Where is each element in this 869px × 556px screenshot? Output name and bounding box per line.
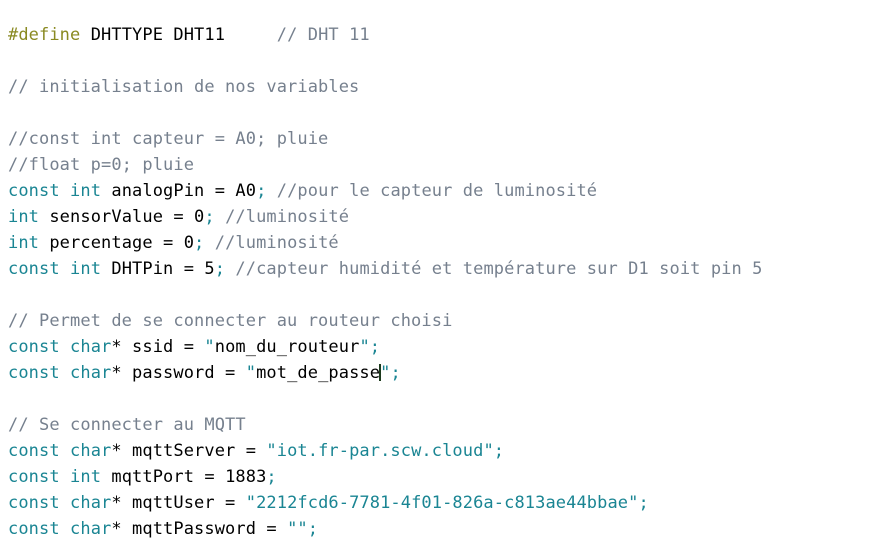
code-line[interactable]: // initialisation de nos variables — [8, 74, 869, 100]
code-token-punct: ; — [214, 259, 226, 279]
code-token-keyword: int — [70, 467, 102, 487]
code-token-keyword: int — [70, 181, 102, 201]
code-editor[interactable]: #define DHTTYPE DHT11 // DHT 11 // initi… — [0, 0, 869, 556]
code-token-keyword: int — [70, 259, 102, 279]
code-token-keyword: const — [8, 519, 60, 539]
code-token-comment: //capteur humidité et température sur D1… — [235, 259, 763, 279]
code-token-plain: mqttPort = 1883 — [101, 467, 267, 487]
code-line[interactable]: int sensorValue = 0; //luminosité — [8, 204, 869, 230]
code-token-comment: //pour le capteur de luminosité — [276, 181, 598, 201]
code-token-keyword: int — [8, 207, 40, 227]
code-token-keyword: char — [70, 363, 112, 383]
code-token-keyword: const — [8, 493, 60, 513]
code-line[interactable]: // Permet de se connecter au routeur cho… — [8, 308, 869, 334]
code-token-plain: sensorValue = 0 — [39, 207, 205, 227]
code-token-plain: * password = — [111, 363, 246, 383]
code-token-keyword: char — [70, 441, 112, 461]
code-line[interactable]: // Se connecter au MQTT — [8, 412, 869, 438]
code-token-keyword: const — [8, 363, 60, 383]
code-token-keyword: const — [8, 441, 60, 461]
code-token-punct: ; — [256, 181, 267, 201]
code-token-strplain: nom_du_routeur — [214, 337, 360, 357]
code-token-punct: ; — [204, 207, 215, 227]
code-token-plain: * mqttServer = — [111, 441, 267, 461]
code-line-blank[interactable] — [8, 100, 869, 126]
code-token-comment: //luminosité — [214, 233, 339, 253]
code-token-plain: DHTPin = 5 — [101, 259, 215, 279]
code-token-plain: * mqttUser = — [111, 493, 246, 513]
code-line-blank[interactable] — [8, 48, 869, 74]
code-token-comment: // Se connecter au MQTT — [8, 415, 246, 435]
code-token-string: "iot.fr-par.scw.cloud"; — [266, 441, 505, 461]
code-token-plain: analogPin = A0 — [101, 181, 257, 201]
code-token-punct: " — [204, 337, 215, 357]
code-line[interactable]: //float p=0; pluie — [8, 152, 869, 178]
code-line[interactable]: const int analogPin = A0; //pour le capt… — [8, 178, 869, 204]
code-line-blank[interactable] — [8, 282, 869, 308]
code-token-keyword: const — [8, 181, 60, 201]
code-line[interactable]: #define DHTTYPE DHT11 // DHT 11 — [8, 22, 869, 48]
code-token-punct: ; — [266, 467, 277, 487]
code-token-punct: "; — [359, 337, 381, 357]
code-line[interactable]: const char* mqttServer = "iot.fr-par.scw… — [8, 438, 869, 464]
code-line[interactable]: const char* mqttPassword = ""; — [8, 516, 869, 542]
code-lines-container[interactable]: #define DHTTYPE DHT11 // DHT 11 // initi… — [0, 0, 869, 542]
code-token-strplain: mot_de_passe — [256, 363, 381, 383]
code-token-plain: DHTTYPE DHT11 — [80, 25, 277, 45]
code-token-keyword: int — [8, 233, 40, 253]
code-token-keyword: char — [70, 337, 112, 357]
code-token-punct: "; — [380, 363, 401, 383]
code-token-punct: " — [245, 363, 257, 383]
code-token-comment: //const int capteur = A0; pluie — [8, 129, 329, 149]
code-token-plain: * ssid = — [111, 337, 205, 357]
code-line[interactable]: int percentage = 0; //luminosité — [8, 230, 869, 256]
code-token-keyword: char — [70, 493, 112, 513]
code-token-punct: ""; — [287, 519, 319, 539]
code-line-blank[interactable] — [8, 386, 869, 412]
code-line[interactable]: const char* ssid = "nom_du_routeur"; — [8, 334, 869, 360]
code-token-keyword: char — [70, 519, 112, 539]
code-token-punct: ; — [194, 233, 205, 253]
code-token-comment: //float p=0; pluie — [8, 155, 195, 175]
code-token-keyword: const — [8, 467, 60, 487]
code-token-plain: * mqttPassword = — [111, 519, 288, 539]
code-token-comment: // initialisation de nos variables — [8, 77, 360, 97]
code-token-plain: percentage = 0 — [39, 233, 195, 253]
code-token-directive: #define — [8, 25, 81, 45]
code-token-comment: // Permet de se connecter au routeur cho… — [8, 311, 453, 331]
code-token-keyword: const — [8, 259, 60, 279]
code-token-keyword: const — [8, 337, 60, 357]
code-token-comment: // DHT 11 — [276, 25, 370, 45]
code-line[interactable]: const int DHTPin = 5; //capteur humidité… — [8, 256, 869, 282]
code-line[interactable]: //const int capteur = A0; pluie — [8, 126, 869, 152]
code-line[interactable]: const char* mqttUser = "2212fcd6-7781-4f… — [8, 490, 869, 516]
code-token-string: "2212fcd6-7781-4f01-826a-c813ae44bbae"; — [245, 493, 649, 513]
code-token-comment: //luminosité — [225, 207, 350, 227]
code-line[interactable]: const int mqttPort = 1883; — [8, 464, 869, 490]
code-line[interactable]: const char* password = "mot_de_passe"; — [8, 360, 869, 386]
